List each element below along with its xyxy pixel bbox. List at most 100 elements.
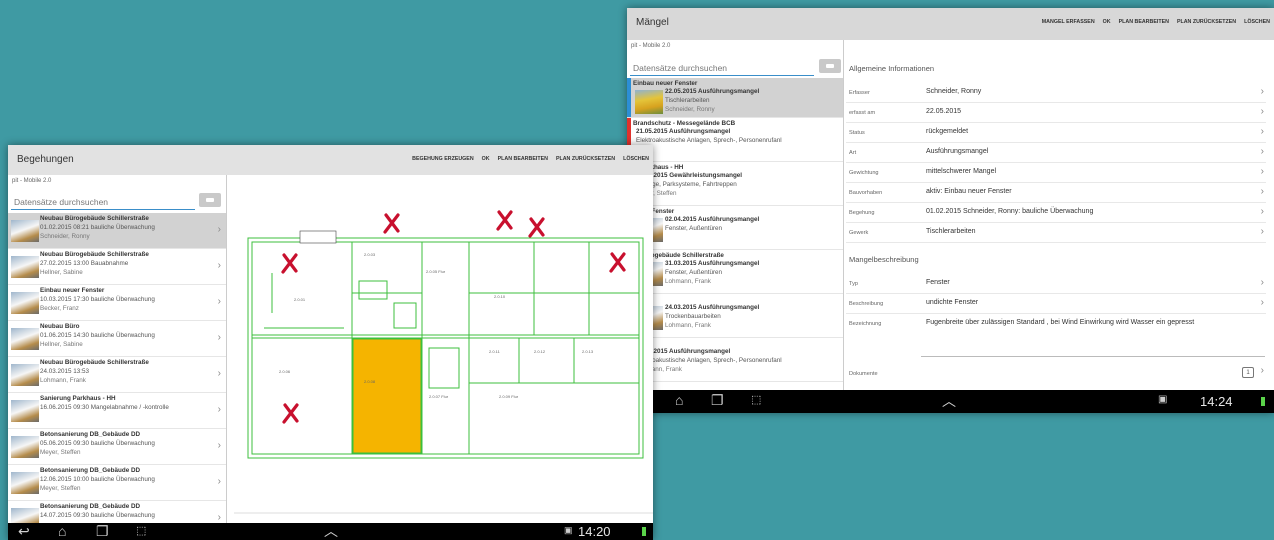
- detail-row[interactable]: erfasst am 22.05.2015 ›: [846, 103, 1266, 123]
- maengel-list: Einbau neuer Fenster 22.05.2015 Ausführun…: [627, 78, 843, 390]
- item-trade: Trockenbauarbeiten: [665, 313, 721, 320]
- list-item[interactable]: Neubau Bürogebäude Schillerstraße 24.03.2…: [8, 357, 226, 393]
- detail-value: aktiv: Einbau neuer Fenster: [926, 188, 1012, 195]
- detail-row[interactable]: Bauvorhaben aktiv: Einbau neuer Fenster ›: [846, 183, 1266, 203]
- list-item[interactable]: ung Parkhaus - HH 15.04.2015 Gewährleistu…: [627, 162, 843, 206]
- thumbnail-image: [11, 436, 39, 458]
- item-title: Neubau Bürogebäude Schillerstraße: [40, 359, 149, 366]
- detail-row[interactable]: Gewichtung mittelschwerer Mangel ›: [846, 163, 1266, 183]
- chevron-right-icon: ›: [1260, 226, 1264, 237]
- home-icon[interactable]: ⌂: [675, 392, 683, 408]
- svg-text:2.0.09 Flur: 2.0.09 Flur: [499, 394, 519, 399]
- screenshot-icon[interactable]: ⬚: [136, 524, 146, 537]
- detail-row[interactable]: Status rückgemeldet ›: [846, 123, 1266, 143]
- search-input[interactable]: Datensätze durchsuchen: [630, 59, 814, 76]
- detail-label: Bauvorhaben: [849, 190, 883, 196]
- detail-row[interactable]: Bezeichnung Fugenbreite über zulässigen S…: [846, 314, 1266, 350]
- list-item[interactable]: Neubau Bürogebäude Schillerstraße 27.02.2…: [8, 249, 226, 285]
- ok-button[interactable]: OK: [1103, 19, 1111, 25]
- recent-apps-icon[interactable]: ❐: [96, 523, 109, 540]
- list-item[interactable]: Sanierung Parkhaus - HH 16.06.2015 09:30 …: [8, 393, 226, 429]
- detail-row[interactable]: Gewerk Tischlerarbeiten ›: [846, 223, 1266, 243]
- item-title: Neubau Bürogebäude Schillerstraße: [40, 251, 149, 258]
- list-item[interactable]: au Büro23.03.2015 AusführungsmangelElekt…: [627, 338, 843, 382]
- chevron-right-icon: ›: [217, 440, 221, 451]
- thumbnail-image: [11, 472, 39, 494]
- svg-text:2.0.01: 2.0.01: [294, 297, 306, 302]
- defect-markers[interactable]: [281, 210, 626, 424]
- list-item[interactable]: Betonsanierung DB_Gebäude DD 14.07.2015 0…: [8, 501, 226, 523]
- list-item[interactable]: Betonsanierung DB_Gebäude DD 12.06.2015 1…: [8, 465, 226, 501]
- clear-search-button[interactable]: [819, 59, 841, 73]
- mangel-erfassen-button[interactable]: MANGEL ERFASSEN: [1042, 19, 1095, 25]
- battery-icon: [1261, 397, 1265, 406]
- list-item[interactable]: Neubau Büro 01.06.2015 14:30 bauliche Übe…: [8, 321, 226, 357]
- plan-bearbeiten-button[interactable]: PLAN BEARBEITEN: [498, 156, 548, 162]
- detail-value: Fugenbreite über zulässigen Standard , b…: [926, 319, 1195, 326]
- list-item[interactable]: Brandschutz - Messegelände BCB 21.05.2015…: [627, 118, 843, 162]
- list-item[interactable]: bau Bürogebäude Schillerstraße 31.03.2015…: [627, 250, 843, 294]
- detail-value: Schneider, Ronny: [926, 88, 982, 95]
- home-icon[interactable]: ⌂: [58, 523, 66, 539]
- section-heading: Mangelbeschreibung: [849, 255, 919, 264]
- svg-text:2.0.08: 2.0.08: [364, 379, 376, 384]
- svg-text:2.0.12: 2.0.12: [534, 349, 546, 354]
- chevron-up-icon[interactable]: ︿: [324, 521, 338, 540]
- thumbnail-image: [11, 364, 39, 386]
- floor-plan[interactable]: 2.0.03 2.0.05 Flur 2.0.01 2.0.10 2.0.06 …: [234, 183, 653, 523]
- item-title: Betonsanierung DB_Gebäude DD: [40, 503, 141, 510]
- list-item[interactable]: au Büro24.03.2015 AusführungsmangelTrock…: [627, 294, 843, 338]
- svg-text:2.0.13: 2.0.13: [582, 349, 594, 354]
- begehungen-action-bar: Begehungen BEGEHUNG ERZEUGEN OK PLAN BEA…: [8, 145, 653, 175]
- document-count-badge[interactable]: 1: [1242, 367, 1254, 378]
- detail-row[interactable]: Begehung 01.02.2015 Schneider, Ronny: bau…: [846, 203, 1266, 223]
- documents-row[interactable]: Dokumente 1 ›: [846, 364, 1266, 384]
- detail-value: mittelschwerer Mangel: [926, 168, 997, 175]
- begehung-erzeugen-button[interactable]: BEGEHUNG ERZEUGEN: [412, 156, 474, 162]
- loeschen-button[interactable]: LÖSCHEN: [623, 156, 649, 162]
- list-item[interactable]: Neubau Bürogebäude Schillerstraße 01.02.2…: [8, 213, 226, 249]
- item-trade: Elektroakustische Anlagen, Sprech-, Pers…: [636, 137, 782, 144]
- highlighted-room[interactable]: [352, 338, 422, 454]
- item-title: Neubau Bürogebäude Schillerstraße: [40, 215, 149, 222]
- chevron-right-icon: ›: [1260, 277, 1264, 288]
- recent-apps-icon[interactable]: ❐: [711, 392, 724, 409]
- notification-icon: ▣: [1158, 394, 1168, 405]
- detail-value: undichte Fenster: [926, 299, 979, 306]
- plan-zuruecksetzen-button[interactable]: PLAN ZURÜCKSETZEN: [556, 156, 615, 162]
- clear-search-button[interactable]: [199, 193, 221, 207]
- svg-text:2.0.06: 2.0.06: [279, 369, 291, 374]
- chevron-up-icon[interactable]: ︿: [942, 391, 956, 411]
- back-icon[interactable]: ↩: [18, 523, 30, 540]
- item-person: Schneider, Ronny: [40, 233, 90, 240]
- screenshot-icon[interactable]: ⬚: [751, 393, 761, 406]
- list-item[interactable]: Einbau neuer Fenster 10.03.2015 17:30 bau…: [8, 285, 226, 321]
- item-title: Betonsanierung DB_Gebäude DD: [40, 431, 141, 438]
- chevron-right-icon: ›: [1260, 146, 1264, 157]
- loeschen-button[interactable]: LÖSCHEN: [1244, 19, 1270, 25]
- ok-button[interactable]: OK: [482, 156, 490, 162]
- detail-label: Beschreibung: [849, 301, 884, 307]
- detail-row[interactable]: Typ Fenster ›: [846, 274, 1266, 294]
- list-item[interactable]: Einbau neuer Fenster 22.05.2015 Ausführun…: [627, 78, 843, 118]
- chevron-right-icon: ›: [217, 404, 221, 415]
- list-item[interactable]: u neuer Fenster02.04.2015 Ausführungsman…: [627, 206, 843, 250]
- item-date-type: 05.06.2015 09:30 bauliche Überwachung: [40, 440, 155, 447]
- maengel-tablet: Mängel MANGEL ERFASSEN OK PLAN BEARBEITE…: [627, 8, 1274, 413]
- detail-label: Gewichtung: [849, 170, 879, 176]
- detail-value: Tischlerarbeiten: [926, 228, 976, 235]
- item-date-type: 10.03.2015 17:30 bauliche Überwachung: [40, 296, 155, 303]
- maengel-action-bar: Mängel MANGEL ERFASSEN OK PLAN BEARBEITE…: [627, 8, 1274, 40]
- detail-row[interactable]: Erfasser Schneider, Ronny ›: [846, 83, 1266, 103]
- detail-value: Fenster: [926, 279, 950, 286]
- search-input[interactable]: Datensätze durchsuchen: [11, 193, 195, 210]
- detail-row[interactable]: Art Ausführungsmangel ›: [846, 143, 1266, 163]
- status-clock: 14:24: [1200, 394, 1233, 409]
- plan-zuruecksetzen-button[interactable]: PLAN ZURÜCKSETZEN: [1177, 19, 1236, 25]
- chevron-right-icon: ›: [1260, 126, 1264, 137]
- detail-row[interactable]: Beschreibung undichte Fenster ›: [846, 294, 1266, 314]
- list-item[interactable]: Betonsanierung DB_Gebäude DD 05.06.2015 0…: [8, 429, 226, 465]
- plan-bearbeiten-button[interactable]: PLAN BEARBEITEN: [1119, 19, 1169, 25]
- pane-divider: [226, 175, 227, 523]
- page-title: Begehungen: [17, 154, 74, 165]
